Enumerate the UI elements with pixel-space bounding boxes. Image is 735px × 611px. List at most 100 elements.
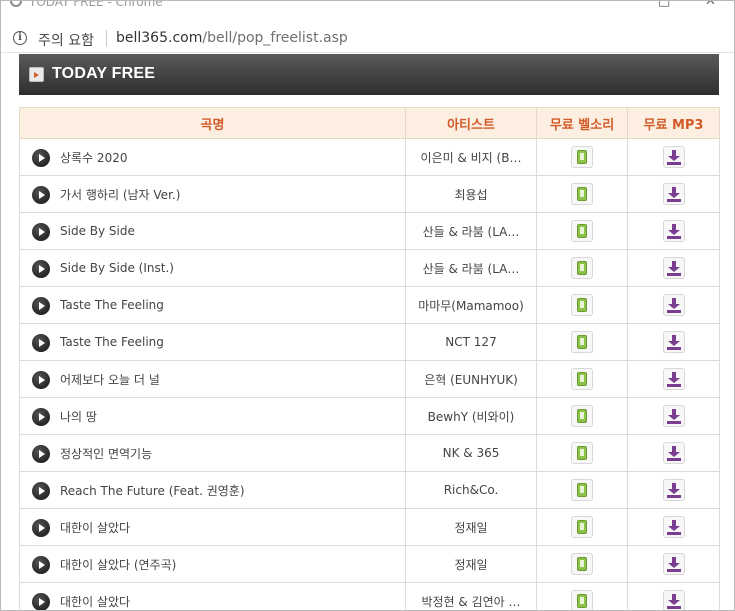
song-title-cell: 대한이 살았다	[19, 508, 406, 546]
phone-icon	[577, 446, 587, 460]
free-bell-cell	[536, 508, 628, 546]
phone-icon	[577, 261, 587, 275]
phone-icon	[577, 483, 587, 497]
play-icon[interactable]	[32, 371, 50, 389]
free-bell-cell	[536, 249, 628, 287]
song-title[interactable]: 상록수 2020	[60, 151, 127, 165]
free-bell-button[interactable]	[571, 442, 593, 464]
play-icon[interactable]	[32, 445, 50, 463]
artist-cell: 이은미 & 비지 (B…	[405, 138, 537, 176]
free-mp3-button[interactable]	[662, 405, 685, 427]
song-title[interactable]: Side By Side (Inst.)	[60, 261, 174, 275]
free-bell-button[interactable]	[571, 590, 593, 610]
free-mp3-cell	[627, 249, 720, 287]
free-mp3-button[interactable]	[662, 257, 685, 279]
free-bell-button[interactable]	[571, 516, 593, 538]
free-bell-button[interactable]	[571, 183, 593, 205]
song-title[interactable]: 어제보다 오늘 더 널	[60, 373, 160, 387]
close-button[interactable]: ✕	[705, 1, 716, 9]
song-title-cell: 나의 땅	[19, 397, 406, 435]
song-title[interactable]: Reach The Future (Feat. 권영훈)	[60, 484, 245, 498]
free-mp3-button[interactable]	[662, 516, 685, 538]
table-row: 어제보다 오늘 더 널 은혁 (EUNHYUK)	[19, 360, 720, 398]
today-free-banner: TODAY FREE	[19, 54, 719, 95]
song-title-cell: 대한이 살았다 (연주곡)	[19, 545, 406, 583]
free-mp3-button[interactable]	[662, 183, 685, 205]
header-free-bell: 무료 벨소리	[536, 107, 628, 139]
free-mp3-button[interactable]	[662, 220, 685, 242]
maximize-button[interactable]: □	[658, 1, 670, 9]
song-title[interactable]: 나의 땅	[60, 410, 97, 424]
free-bell-cell	[536, 397, 628, 435]
play-icon[interactable]	[32, 593, 50, 610]
song-title[interactable]: Taste The Feeling	[60, 298, 164, 312]
song-title-cell: 대한이 살았다	[19, 582, 406, 610]
play-icon[interactable]	[32, 260, 50, 278]
song-title-cell: Side By Side	[19, 212, 406, 250]
play-icon[interactable]	[32, 482, 50, 500]
song-title[interactable]: 대한이 살았다 (연주곡)	[60, 558, 176, 572]
phone-icon	[577, 557, 587, 571]
free-mp3-button[interactable]	[662, 368, 685, 390]
free-mp3-button[interactable]	[662, 442, 685, 464]
free-bell-button[interactable]	[571, 257, 593, 279]
free-bell-button[interactable]	[571, 479, 593, 501]
free-mp3-button[interactable]	[662, 590, 685, 610]
download-icon	[667, 224, 680, 235]
play-icon[interactable]	[32, 408, 50, 426]
artist-cell: NK & 365	[405, 434, 537, 472]
play-icon[interactable]	[32, 519, 50, 537]
page-content: TODAY FREE 곡명 아티스트 무료 벨소리 무료 MP3 상록수 202…	[1, 54, 734, 610]
free-mp3-cell	[627, 286, 720, 324]
free-bell-button[interactable]	[571, 146, 593, 168]
song-title[interactable]: 정상적인 면역기능	[60, 447, 152, 461]
free-mp3-cell	[627, 471, 720, 509]
phone-icon	[577, 372, 587, 386]
download-icon	[667, 520, 680, 531]
free-bell-button[interactable]	[571, 220, 593, 242]
download-icon	[667, 594, 680, 605]
download-tray-icon	[666, 273, 681, 276]
free-mp3-cell	[627, 582, 720, 610]
free-mp3-button[interactable]	[662, 294, 685, 316]
play-icon[interactable]	[32, 297, 50, 315]
free-bell-button[interactable]	[571, 331, 593, 353]
song-title[interactable]: 가서 행하리 (남자 Ver.)	[60, 188, 180, 202]
free-mp3-cell	[627, 360, 720, 398]
free-mp3-button[interactable]	[662, 479, 685, 501]
url-host: bell365.com	[116, 30, 203, 46]
play-icon[interactable]	[32, 556, 50, 574]
download-tray-icon	[666, 310, 681, 313]
table-row: 대한이 살았다 박정현 & 김연아 …	[19, 582, 720, 610]
free-mp3-button[interactable]	[662, 146, 685, 168]
song-title[interactable]: 대한이 살았다	[60, 595, 130, 609]
table-row: Reach The Future (Feat. 권영훈) Rich&Co.	[19, 471, 720, 509]
info-icon[interactable]: i	[13, 31, 27, 45]
song-title[interactable]: Side By Side	[60, 224, 135, 238]
play-icon[interactable]	[32, 149, 50, 167]
security-warning[interactable]: 주의 요함	[38, 30, 94, 50]
free-bell-button[interactable]	[571, 405, 593, 427]
song-title-cell: 정상적인 면역기능	[19, 434, 406, 472]
free-bell-button[interactable]	[571, 294, 593, 316]
free-mp3-cell	[627, 545, 720, 583]
song-title-cell: 상록수 2020	[19, 138, 406, 176]
download-tray-icon	[666, 532, 681, 535]
free-bell-button[interactable]	[571, 553, 593, 575]
download-icon	[667, 446, 680, 457]
free-mp3-button[interactable]	[662, 553, 685, 575]
song-title[interactable]: Taste The Feeling	[60, 335, 164, 349]
artist-cell: BewhY (비와이)	[405, 397, 537, 435]
phone-icon	[577, 224, 587, 238]
play-icon[interactable]	[32, 334, 50, 352]
title-bar: TODAY FREE - Chrome □ ✕	[1, 1, 734, 23]
url-text[interactable]: bell365.com/bell/pop_freelist.asp	[116, 30, 348, 46]
play-icon[interactable]	[32, 186, 50, 204]
address-bar[interactable]: i 주의 요함 bell365.com/bell/pop_freelist.as…	[1, 23, 734, 53]
download-icon	[667, 187, 680, 198]
table-row: 가서 행하리 (남자 Ver.) 최용섭	[19, 175, 720, 213]
song-title[interactable]: 대한이 살았다	[60, 521, 130, 535]
play-icon[interactable]	[32, 223, 50, 241]
free-bell-button[interactable]	[571, 368, 593, 390]
free-mp3-button[interactable]	[662, 331, 685, 353]
